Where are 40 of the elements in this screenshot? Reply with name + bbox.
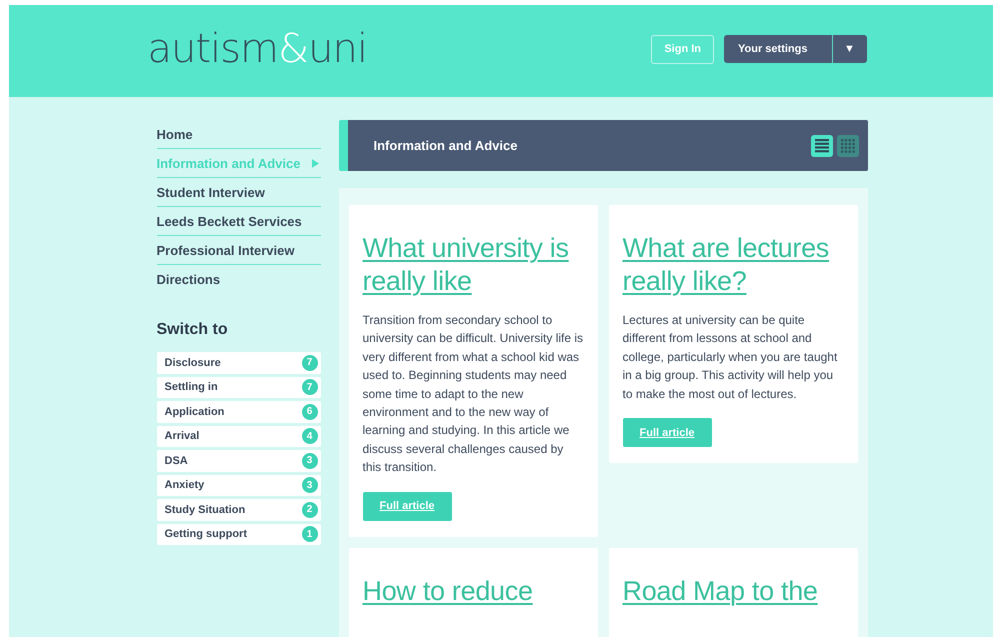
topic-label: Anxiety <box>164 479 204 492</box>
count-badge: 7 <box>302 379 318 396</box>
topic-label: Disclosure <box>164 356 221 369</box>
arrow-icon <box>312 158 318 168</box>
switch-to-heading: Switch to <box>156 321 229 339</box>
topic-label: Arrival <box>164 430 200 442</box>
grid-icon <box>840 138 854 152</box>
count-badge: 2 <box>302 502 318 518</box>
count-badge: 6 <box>302 404 318 420</box>
nav-link[interactable]: Student Interview <box>156 178 320 207</box>
topic-link[interactable]: Disclosure 7 <box>156 352 320 374</box>
nav-link[interactable]: Professional Interview <box>156 236 320 265</box>
nav-link[interactable]: Leeds Beckett Services <box>156 207 320 236</box>
nav-link[interactable]: Home <box>156 120 320 149</box>
section-title: Information and Advice <box>374 138 518 153</box>
list-icon <box>814 138 828 152</box>
topic-label: Settling in <box>164 381 218 394</box>
topic-label: Getting support <box>164 528 247 540</box>
count-badge: 1 <box>302 526 318 542</box>
topic-link[interactable]: DSA 3 <box>156 450 320 472</box>
article-summary: Transition from secondary school to university can be difficult. University life is very different from what a school kid was used to. Beginning students may need some time to adapt to the new environment and to the new way of learning and studying. In this article we discuss several challenges caused by this transition. <box>362 312 584 476</box>
topic-label: Study Situation <box>164 504 246 516</box>
count-badge: 3 <box>302 452 318 469</box>
topic-label: DSA <box>164 454 188 467</box>
topic-link[interactable]: Anxiety 3 <box>156 474 320 496</box>
topic-link[interactable]: Arrival 4 <box>156 426 320 447</box>
count-badge: 4 <box>302 428 318 444</box>
topic-link[interactable]: Application 6 <box>156 401 320 422</box>
article-summary: Lectures at university can be quite different from lessons at school and college, particularly when you are taught in a big group. This activity will help you to make the most out of lectures. <box>622 312 838 403</box>
topic-link[interactable]: Study Situation 2 <box>156 499 320 520</box>
settings-button[interactable]: Your settings <box>724 35 832 63</box>
site-logo[interactable]: autism&uni <box>148 26 367 72</box>
nav-link[interactable]: Directions <box>156 265 320 293</box>
settings-dropdown-button[interactable]: ▼ <box>832 35 866 63</box>
topic-label: Application <box>164 406 224 418</box>
list-view-button[interactable] <box>810 134 832 156</box>
count-badge: 7 <box>302 354 318 371</box>
topic-link[interactable]: Settling in 7 <box>156 376 320 398</box>
topic-link[interactable]: Getting support 1 <box>156 524 320 545</box>
count-badge: 3 <box>302 477 318 494</box>
